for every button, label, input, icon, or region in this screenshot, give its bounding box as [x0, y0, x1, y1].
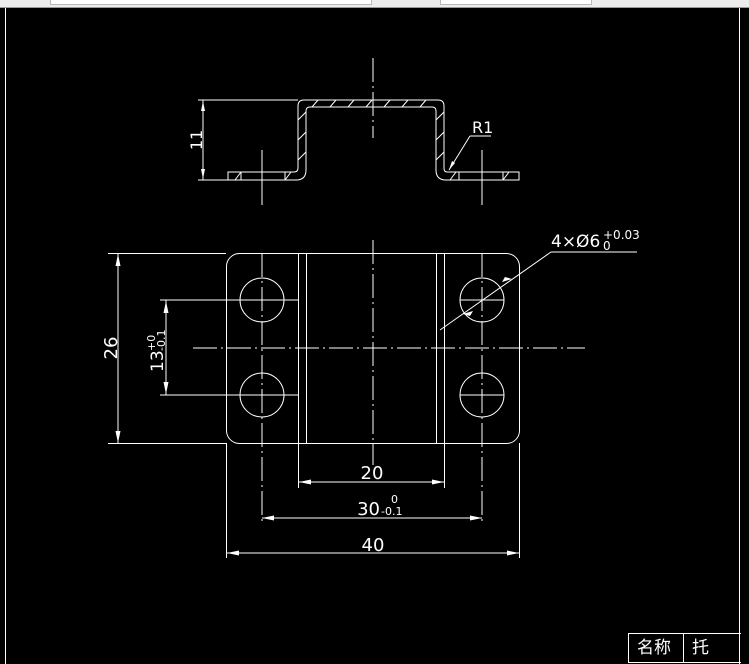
hole-callout-text: 4×Ø6: [551, 232, 600, 252]
dim-text-26: 26: [101, 337, 122, 360]
dim-text-11: 11: [187, 130, 206, 150]
title-block: 名称 托: [628, 633, 741, 663]
dim-text-30: 30: [357, 499, 380, 520]
dim-tol-lower: -0.1: [381, 505, 402, 518]
dim-text-40: 40: [362, 535, 385, 556]
radius-label: R1: [472, 118, 493, 137]
hole-callout-leader: [439, 251, 552, 331]
plan-view: 26 13 +0 -0.1 20 30 0 -0.1 40 4×Ø6 +0.03…: [101, 228, 640, 558]
cad-drawing-canvas[interactable]: 11 R1 26 13 +0 -0.1 20 30 0 -0.1 40 4×Ø6…: [0, 0, 749, 664]
dim-text-20: 20: [361, 463, 384, 484]
dim-tol-lower: -0.1: [155, 330, 168, 351]
title-block-name-value: 托: [692, 638, 709, 658]
hole-callout-tol-lower: 0: [603, 239, 611, 253]
title-block-name-label: 名称: [629, 634, 684, 662]
dim-text-13: 13: [148, 350, 168, 372]
side-view: 11 R1: [187, 58, 520, 205]
